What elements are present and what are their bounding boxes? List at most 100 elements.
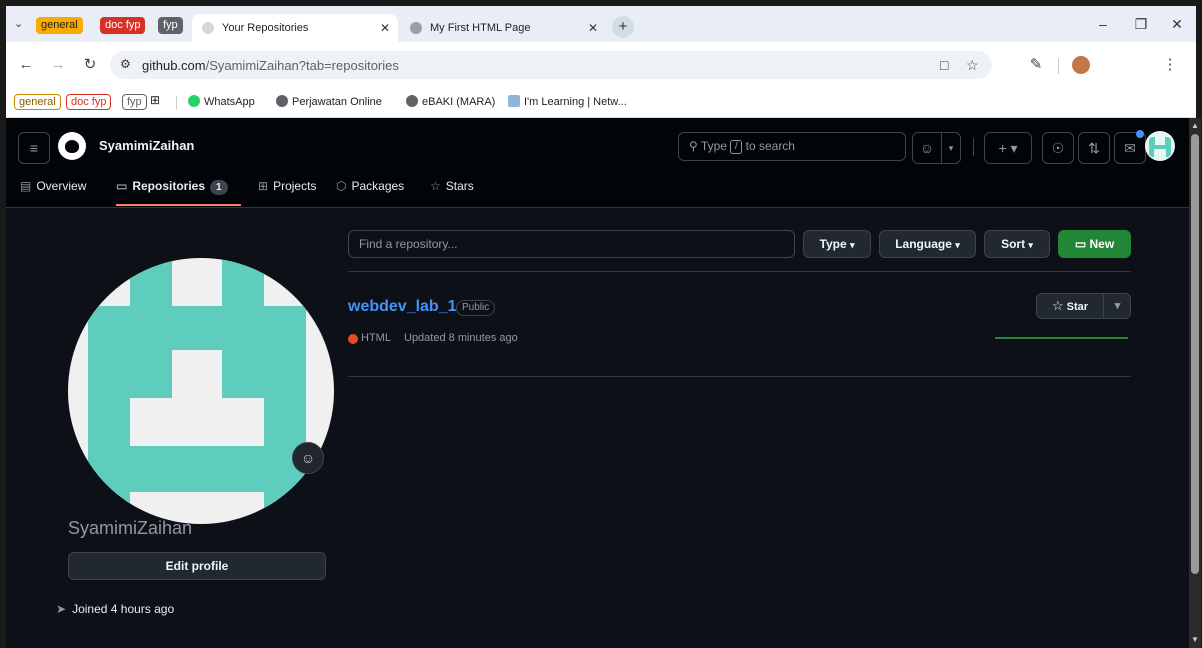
user-avatar[interactable] (1145, 131, 1175, 161)
search-input[interactable]: ⚲ Type / to search (678, 132, 906, 161)
list-divider (348, 376, 1131, 377)
rocket-icon: ➤ (56, 602, 67, 616)
sort-button[interactable]: Sort ▾ (984, 230, 1050, 258)
star-action[interactable]: ☆ Star (1037, 294, 1103, 319)
close-tab-icon[interactable]: ✕ (380, 14, 390, 42)
avatar-block (1155, 137, 1165, 145)
browser-tab-my-first-html-page[interactable]: My First HTML Page ✕ (400, 14, 606, 42)
bookmark-ebaki-mara[interactable]: eBAKI (MARA) (406, 95, 495, 108)
bookmark-star-icon[interactable]: ☆ (966, 57, 979, 74)
header-divider (973, 138, 974, 156)
book-icon: ▤ (20, 179, 32, 193)
notification-dot (1136, 130, 1144, 138)
address-bar[interactable]: ⚙ github.com/SyamimiZaihan?tab=repositor… (110, 51, 992, 79)
bookmark-group-general[interactable]: general (14, 94, 61, 110)
star-icon: ☆ (430, 179, 441, 193)
url-text: github.com/SyamimiZaihan?tab=repositorie… (142, 58, 399, 73)
avatar-block (1154, 149, 1166, 157)
github-logo-icon[interactable] (58, 132, 86, 160)
tab-search-chevron-icon[interactable]: ⌄ (14, 17, 23, 30)
close-tab-icon[interactable]: ✕ (588, 14, 598, 42)
star-dropdown-chevron-icon[interactable]: ▾ (1104, 294, 1131, 318)
tab-projects[interactable]: ⊞ Projects (258, 176, 316, 206)
tab-packages[interactable]: ⬡ Packages (336, 176, 404, 206)
joined-text: Joined 4 hours ago (72, 602, 175, 616)
find-repository-input[interactable]: Find a repository... (348, 230, 795, 258)
repo-updated: Updated 8 minutes ago (404, 332, 518, 344)
tab-group-general[interactable]: general (36, 17, 83, 34)
back-icon[interactable]: ← (18, 57, 34, 73)
hamburger-menu-icon[interactable]: ≡ (18, 132, 50, 164)
set-status-smiley-icon[interactable]: ☺ (292, 442, 324, 474)
github-page: ≡ SyamimiZaihan ⚲ Type / to search ☺ ▾ +… (6, 118, 1189, 648)
tab-label: Projects (273, 179, 317, 193)
browser-tab-your-repositories[interactable]: Your Repositories ✕ (192, 14, 398, 42)
apps-grid-icon[interactable]: ⊞ (150, 93, 160, 107)
new-tab-button[interactable]: + (612, 16, 634, 38)
whatsapp-icon (188, 95, 200, 107)
copilot-icon[interactable]: ☺ (912, 132, 942, 164)
scroll-down-icon[interactable]: ▼ (1189, 634, 1201, 646)
type-label: Type (819, 237, 847, 251)
url-path: /SyamimiZaihan?tab=repositories (205, 58, 399, 73)
tab-overview[interactable]: ▤ Overview (20, 176, 86, 206)
extensions-icon[interactable]: ✎ (1028, 57, 1044, 73)
copilot-dropdown-chevron-icon[interactable]: ▾ (941, 132, 961, 164)
chevron-down-icon: ▾ (849, 240, 855, 250)
create-new-icon[interactable]: + ▾ (984, 132, 1032, 164)
new-repository-button[interactable]: ▭ New (1058, 230, 1131, 258)
minimize-icon[interactable]: – (1090, 14, 1116, 34)
tab-repositories[interactable]: ▭ Repositories 1 (116, 176, 241, 206)
tab-group-doc-fyp[interactable]: doc fyp (100, 17, 146, 34)
repo-name-link[interactable]: webdev_lab_1 (348, 298, 457, 316)
tab-group-fyp[interactable]: fyp (158, 17, 183, 34)
more-menu-icon[interactable]: ⋮ (1162, 57, 1178, 73)
window-close-icon[interactable]: ✕ (1164, 14, 1190, 34)
bookmark-label: eBAKI (MARA) (422, 96, 496, 108)
avatar-pixel (130, 446, 264, 492)
avatar-pixel (88, 306, 130, 524)
site-info-icon[interactable]: ⚙ (120, 57, 131, 71)
bookmark-im-learning[interactable]: I'm Learning | Netw... (508, 95, 627, 108)
search-suffix: to search (745, 139, 795, 153)
avatar-pixel (264, 306, 306, 524)
repo-icon: ▭ (116, 179, 128, 193)
tab-stars[interactable]: ☆ Stars (430, 176, 474, 206)
avatar-pixel (222, 260, 264, 306)
forward-icon[interactable]: → (50, 57, 66, 73)
language-label: Language (895, 237, 952, 251)
globe-icon (406, 95, 418, 107)
page-scrollbar[interactable]: ▲ ▼ (1189, 118, 1201, 648)
chevron-down-icon: ▾ (955, 240, 960, 250)
issues-icon[interactable]: ☉ (1042, 132, 1074, 164)
github-favicon-icon (202, 22, 214, 34)
avatar-pixel (130, 306, 172, 398)
globe-favicon-icon (410, 22, 422, 34)
type-filter-button[interactable]: Type ▾ (803, 230, 871, 258)
activity-sparkline (995, 337, 1128, 339)
profile-avatar[interactable] (68, 258, 334, 524)
restore-icon[interactable]: ❐ (1128, 14, 1154, 34)
profile-avatar-icon[interactable] (1072, 56, 1090, 74)
bookmark-perjawatan-online[interactable]: Perjawatan Online (276, 95, 382, 108)
tab-label: Repositories (132, 179, 206, 193)
joined-info: ➤ Joined 4 hours ago (56, 602, 174, 616)
pull-requests-icon[interactable]: ⇅ (1078, 132, 1110, 164)
bookmark-divider (176, 96, 177, 110)
bookmark-group-doc-fyp[interactable]: doc fyp (66, 94, 112, 110)
star-button[interactable]: ☆ Star ▾ (1036, 293, 1131, 319)
bookmark-group-fyp[interactable]: fyp (122, 94, 147, 110)
cisco-icon (508, 95, 520, 107)
new-label: New (1089, 237, 1115, 251)
language-color-dot (348, 334, 358, 344)
reload-icon[interactable]: ↻ (82, 57, 98, 73)
install-app-icon[interactable]: □ (940, 57, 948, 73)
tab-label: Stars (445, 179, 474, 193)
profile-username: SyamimiZaihan (68, 518, 193, 538)
bookmark-whatsapp[interactable]: WhatsApp (188, 95, 255, 108)
language-filter-button[interactable]: Language ▾ (879, 230, 976, 258)
scrollbar-thumb[interactable] (1191, 134, 1199, 574)
scroll-up-icon[interactable]: ▲ (1189, 120, 1201, 132)
edit-profile-button[interactable]: Edit profile (68, 552, 326, 580)
header-username[interactable]: SyamimiZaihan (99, 138, 194, 153)
